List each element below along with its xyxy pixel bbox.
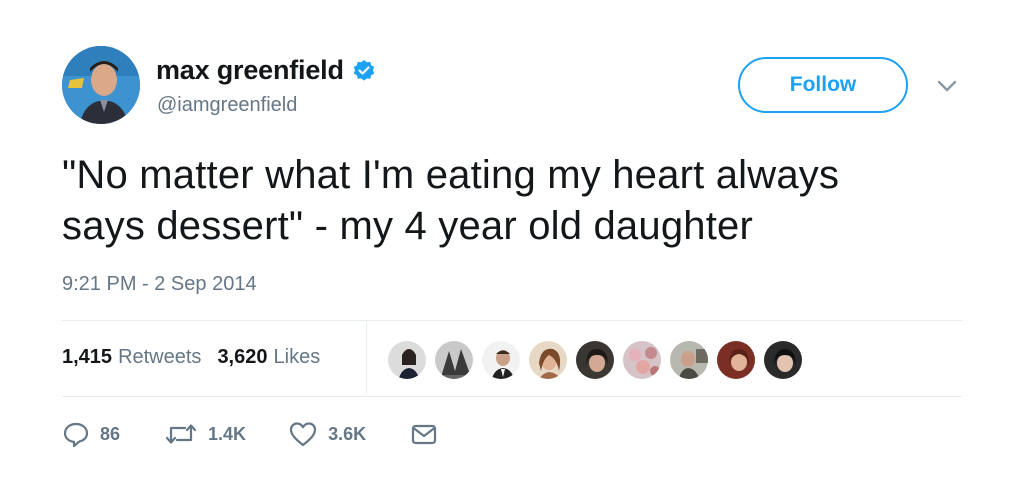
likes-count: 3,620 (217, 346, 268, 368)
liker-avatar[interactable] (715, 339, 757, 381)
liker-avatar[interactable] (480, 339, 522, 381)
envelope-icon (410, 421, 438, 447)
avatar[interactable] (62, 46, 140, 124)
retweet-count: 1.4K (208, 423, 247, 444)
like-count: 3.6K (328, 423, 367, 444)
divider (62, 320, 962, 321)
tweet-timestamp[interactable]: 9:21 PM - 2 Sep 2014 (62, 273, 257, 296)
like-button[interactable]: 3.6K (288, 420, 366, 448)
liker-avatar[interactable] (386, 339, 428, 381)
liker-avatar[interactable] (668, 339, 710, 381)
liker-avatar[interactable] (621, 339, 663, 381)
retweets-count: 1,415 (62, 346, 113, 368)
avatar-photo (62, 46, 140, 124)
retweets-label: Retweets (118, 346, 202, 368)
stats-separator (366, 322, 367, 394)
liker-avatar[interactable] (527, 339, 569, 381)
verified-badge-icon (352, 59, 376, 83)
liker-avatar[interactable] (433, 339, 475, 381)
user-name-row: max greenfield (156, 55, 376, 86)
tweet-stats: 1,415 Retweets 3,620 Likes (62, 346, 320, 369)
tweet-text-line-1: "No matter what I'm eating my heart alwa… (62, 153, 840, 197)
liker-avatar[interactable] (574, 339, 616, 381)
reply-button[interactable]: 86 (62, 420, 120, 448)
liker-avatars (386, 339, 804, 381)
divider (62, 396, 962, 397)
tweet-text-line-2: says dessert" - my 4 year old daughter (62, 204, 753, 248)
tweet-actions: 86 1.4K 3.6K (62, 420, 438, 448)
retweet-icon (164, 420, 198, 448)
liker-avatar[interactable] (762, 339, 804, 381)
retweet-button[interactable]: 1.4K (164, 420, 246, 448)
likes-stat[interactable]: 3,620 Likes (217, 346, 320, 369)
follow-button[interactable]: Follow (738, 57, 908, 113)
tweet-text: "No matter what I'm eating my heart alwa… (62, 150, 982, 252)
retweets-stat[interactable]: 1,415 Retweets (62, 346, 201, 369)
direct-message-button[interactable] (410, 421, 438, 447)
display-name[interactable]: max greenfield (156, 55, 344, 86)
chevron-down-icon[interactable] (933, 75, 961, 97)
reply-icon (62, 420, 90, 448)
heart-icon (288, 420, 318, 448)
likes-label: Likes (273, 346, 321, 368)
user-handle[interactable]: @iamgreenfield (157, 94, 297, 117)
reply-count: 86 (100, 423, 121, 444)
